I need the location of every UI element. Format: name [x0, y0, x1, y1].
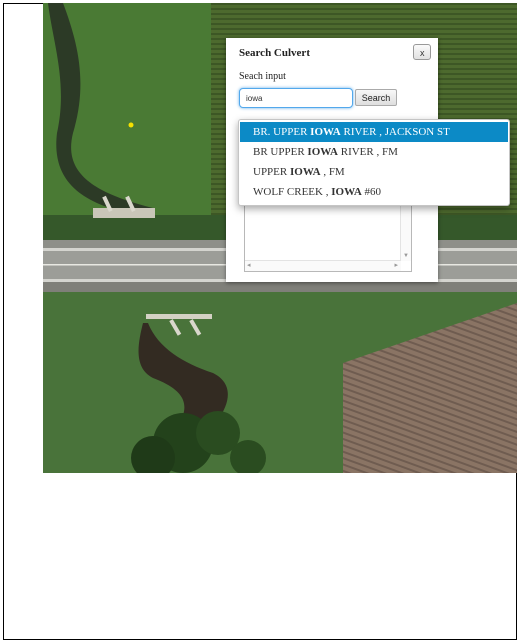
close-button[interactable]: x — [413, 44, 431, 60]
dialog-title: Search Culvert — [239, 47, 310, 59]
autocomplete-dropdown: BR. UPPER IOWA RIVER , JACKSON ST BR UPP… — [238, 119, 510, 206]
autocomplete-item[interactable]: WOLF CREEK , IOWA #60 — [240, 182, 508, 202]
autocomplete-item[interactable]: UPPER IOWA , FM — [240, 162, 508, 182]
scroll-down-icon[interactable]: ▼ — [403, 253, 409, 259]
autocomplete-item[interactable]: BR UPPER IOWA RIVER , FM — [240, 142, 508, 162]
search-input-label: Seach input — [239, 71, 286, 82]
search-input[interactable] — [239, 88, 353, 108]
scroll-left-icon[interactable]: ◂ — [247, 261, 251, 269]
autocomplete-item[interactable]: BR. UPPER IOWA RIVER , JACKSON ST — [240, 122, 508, 142]
search-button[interactable]: Search — [355, 89, 397, 106]
horizontal-scrollbar[interactable]: ◂ ▸ — [245, 260, 401, 271]
scroll-right-icon[interactable]: ▸ — [394, 261, 398, 269]
